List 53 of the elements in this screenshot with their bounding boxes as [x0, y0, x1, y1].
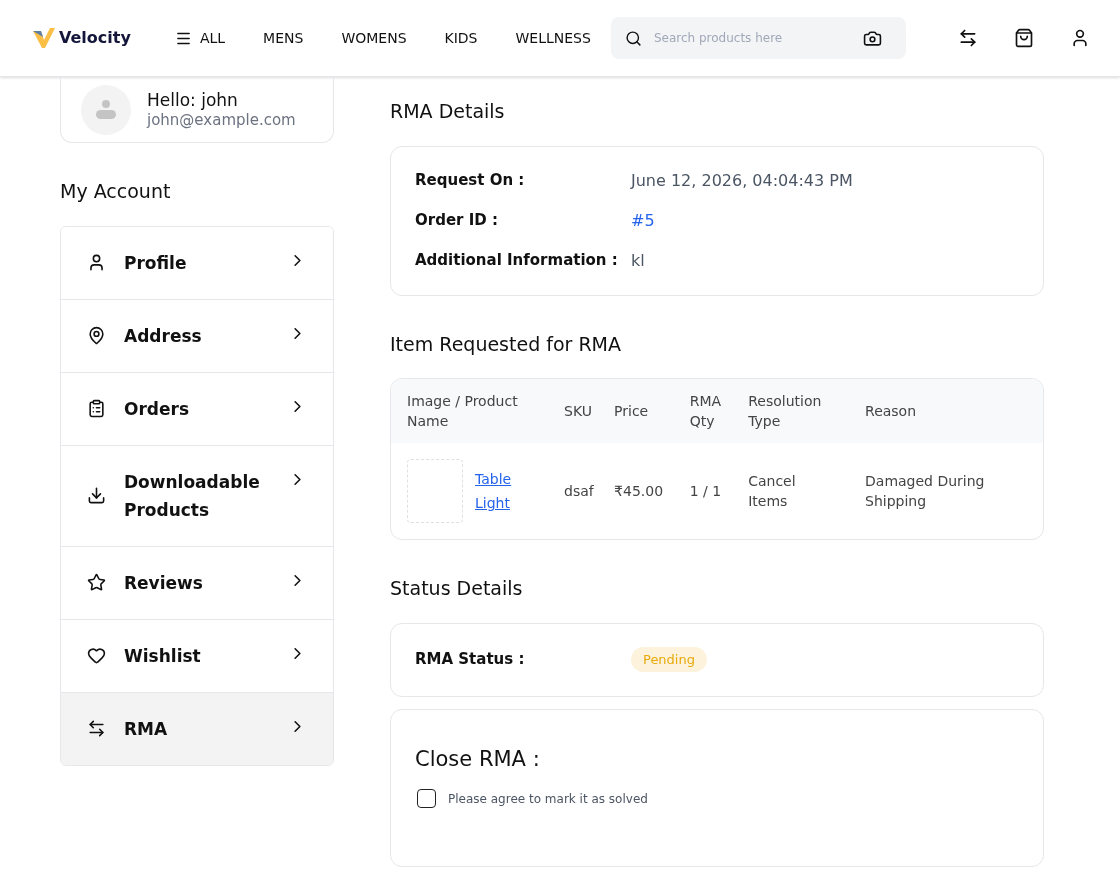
column-header: Price [606, 379, 682, 443]
download-icon [87, 486, 106, 505]
all-menu-button[interactable]: ALL [174, 27, 226, 49]
search-field[interactable]: Search products here [653, 29, 851, 47]
person-icon [87, 253, 106, 272]
field-value: kl [631, 249, 645, 272]
account-icon[interactable] [1070, 28, 1090, 48]
user-email: john@example.com [147, 110, 296, 130]
menu-item[interactable]: RMA [61, 691, 333, 765]
status-badge: Pending [631, 646, 707, 673]
section-title: RMA Details [390, 99, 506, 124]
close-title: Close RMA : [415, 745, 541, 773]
section-title: Status Details [390, 576, 524, 601]
column-header: Reason [857, 379, 1043, 443]
field-value: June 12, 2026, 04:04:43 PM [631, 169, 853, 192]
nav-link[interactable]: WELLNESS [515, 27, 591, 49]
table-cell: 1 / 1 [681, 443, 741, 539]
field-label: RMA Status : [415, 649, 526, 671]
search-bar[interactable]: Search products here [610, 17, 906, 59]
field-label: Order ID : [415, 210, 499, 232]
column-header: SKU [556, 379, 607, 443]
table-cell: Damaged During Shipping [857, 443, 1043, 539]
heart-icon [87, 646, 106, 665]
checkbox-label: Please agree to mark it as solved [448, 790, 648, 808]
field-label: Request On : [415, 170, 526, 192]
section-title: Item Requested for RMA [390, 331, 622, 357]
field-label: Additional Information : [415, 250, 619, 272]
order-link[interactable]: #5 [631, 208, 655, 233]
avatar [81, 84, 131, 135]
greeting: Hello: john [147, 89, 239, 111]
section-title: My Account [60, 179, 172, 204]
table-cell: Cancel Items [740, 443, 858, 539]
logo-icon [33, 28, 55, 48]
camera-icon[interactable] [862, 28, 882, 48]
column-header: Resolution Type [740, 379, 858, 443]
compare-icon[interactable] [958, 28, 978, 48]
table-cell: dsaf [556, 443, 607, 539]
column-header: Image / Product Name [391, 379, 556, 443]
bag-icon[interactable] [1014, 28, 1034, 48]
star-icon [87, 573, 106, 592]
clipboard-icon [87, 399, 106, 418]
product-link[interactable]: Table Light [475, 467, 525, 515]
column-header: RMA Qty [681, 379, 741, 443]
table-cell: ₹45.00 [606, 443, 682, 539]
map-pin-icon [87, 326, 106, 345]
nav-link[interactable]: MENS [263, 27, 304, 49]
nav-link[interactable]: KIDS [444, 27, 478, 49]
nav-link[interactable]: WOMENS [341, 27, 407, 49]
logo-text: Velocity [59, 27, 131, 49]
agree-checkbox[interactable] [417, 789, 436, 808]
arrows-icon [87, 719, 106, 738]
search-icon [624, 29, 642, 47]
product-image-placeholder [407, 459, 463, 523]
